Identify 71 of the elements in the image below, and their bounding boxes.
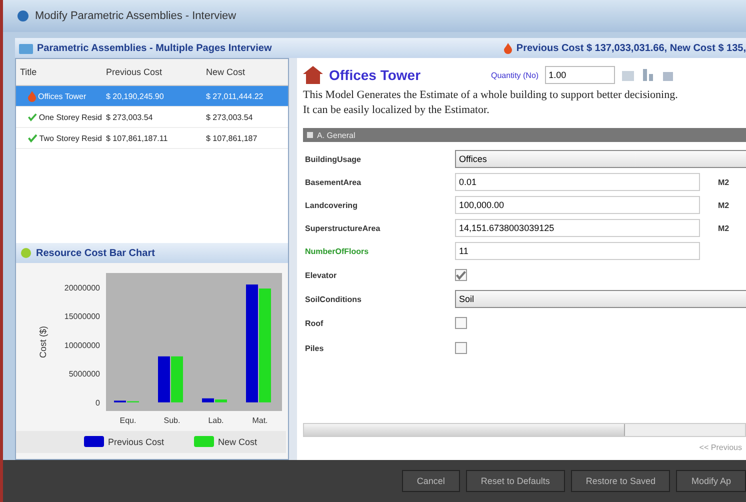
field-label: Piles (305, 344, 325, 352)
field-label: BasementArea (305, 178, 362, 186)
column-header[interactable]: Title (16, 66, 102, 78)
check-mark-icon (456, 270, 466, 280)
legend-label: Previous Cost (108, 437, 164, 447)
field-label: BuildingUsage (305, 154, 362, 164)
y-tick-label: 5000000 (68, 370, 100, 379)
y-tick-label: 0 (96, 398, 100, 408)
section-header[interactable]: A. General (303, 128, 746, 142)
bar (171, 356, 183, 402)
input-field[interactable]: 14,151.6738003039125 (455, 219, 700, 237)
row-title: Offices Tower (38, 92, 86, 100)
y-tick-label: 15000000 (64, 312, 100, 322)
flame-icon (28, 90, 36, 102)
field-label: Elevator (305, 270, 338, 280)
unit-label: M2 (717, 224, 730, 232)
check-mark-icon (28, 112, 37, 122)
dialog-button[interactable]: Restore to Saved (570, 470, 670, 492)
dialog-button[interactable]: Reset to Defaults (466, 470, 565, 492)
house-icon (303, 66, 323, 84)
field-label: SoilConditions (305, 294, 362, 304)
x-tick-label: Lab. (208, 416, 224, 425)
section-title: A. General (317, 130, 356, 140)
x-tick-label: Mat. (252, 416, 268, 425)
new-cost: $ 107,861,187 (205, 134, 258, 142)
previous-cost: $ 20,190,245.90 (105, 92, 165, 100)
input-field[interactable]: 0.01 (455, 173, 700, 191)
new-cost: $ 273,003.54 (205, 112, 254, 122)
y-axis-title: Cost ($) (38, 326, 48, 358)
legend-label: New Cost (218, 437, 258, 447)
checkbox[interactable] (455, 269, 467, 281)
dialog-button[interactable]: Modify Ap (676, 470, 746, 492)
check-mark-icon (28, 133, 38, 143)
x-tick-label: Equ. (120, 416, 136, 425)
quantity-field[interactable]: 1.00 (544, 66, 615, 84)
cost-summary: Previous Cost $ 137,033,031.66, New Cost $ 135, (516, 42, 746, 54)
checkbox[interactable] (455, 342, 467, 354)
horizontal-scrollbar[interactable] (303, 423, 746, 437)
panel-title: Parametric Assemblies - Multiple Pages Interview (37, 42, 272, 54)
column-header[interactable]: New Cost (202, 66, 288, 78)
field-label: Landcovering (305, 200, 358, 210)
previous-cost: $ 273,003.54 (105, 112, 154, 122)
flame-icon (504, 42, 512, 54)
row-title: Two Storey Resid (39, 134, 102, 142)
input-field[interactable]: 11 (455, 242, 700, 260)
field-label: Roof (305, 318, 324, 328)
chart-title: Resource Cost Bar Chart (36, 248, 155, 258)
input-field[interactable]: 100,000.00 (455, 196, 700, 214)
unit-label: M2 (717, 178, 730, 186)
previous-cost: $ 107,861,187.11 (105, 134, 169, 142)
app-icon (17, 10, 29, 22)
x-tick-label: Sub. (164, 416, 180, 425)
field-label: SuperstructureArea (305, 224, 382, 232)
y-tick-label: 20000000 (64, 283, 100, 292)
row-title: One Storey Resid (38, 112, 102, 122)
dialog-button[interactable]: Cancel (402, 470, 460, 492)
checkbox[interactable] (455, 317, 467, 329)
window-title: Modify Parametric Assemblies - Interview (35, 10, 236, 22)
bar (158, 356, 170, 402)
dropdown-field[interactable]: Offices (455, 150, 746, 168)
quantity-label: Quantity (No) (491, 70, 539, 80)
model-title: Offices Tower (329, 67, 422, 83)
chart-icon (20, 247, 32, 259)
model-description: This Model Generates the Estimate of a whole building to support better decisioning. It can be easily localized by the Estimator. (303, 88, 679, 118)
folder-icon (19, 42, 33, 54)
dropdown-field[interactable]: Soil (455, 290, 746, 308)
new-cost: $ 27,011,444.22 (205, 92, 264, 100)
column-header[interactable]: Previous Cost (102, 66, 202, 78)
y-tick-label: 10000000 (64, 340, 100, 350)
field-label: NumberOfFloors (305, 246, 370, 256)
unit-label: M2 (717, 200, 730, 210)
